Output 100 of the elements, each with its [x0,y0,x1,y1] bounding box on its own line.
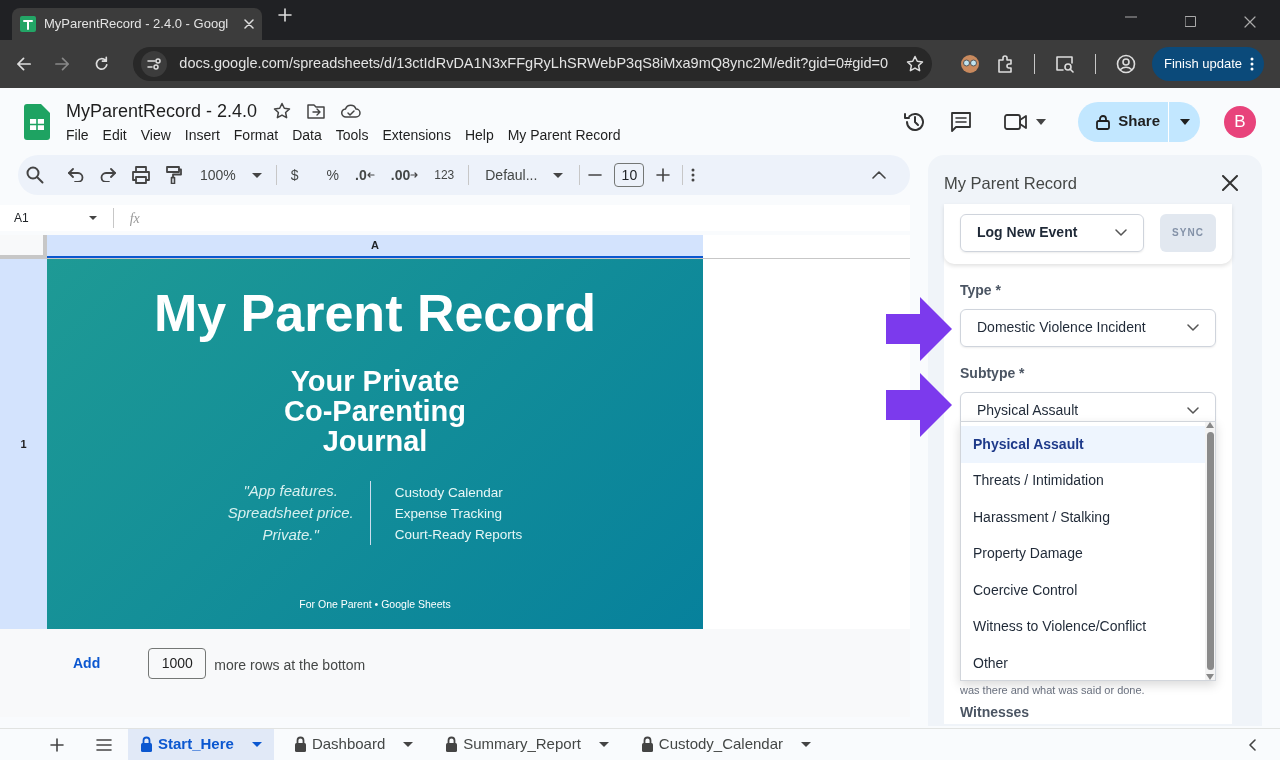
redo-icon[interactable] [100,168,116,182]
dropdown-option[interactable]: Harassment / Stalking [961,499,1205,536]
collapse-icon[interactable] [872,171,886,179]
number-format-button[interactable]: 123 [428,161,461,189]
menu-item[interactable]: View [133,124,178,146]
star-icon[interactable] [273,102,292,120]
increase-decimal-button[interactable]: .00 [384,161,425,189]
dropdown-option[interactable]: Witness to Violence/Conflict [961,608,1205,645]
dropdown-option[interactable]: Threats / Intimidation [961,462,1205,499]
menu-item[interactable]: Edit [95,124,134,146]
extension-icon[interactable] [959,54,980,74]
video-camera-icon[interactable] [1004,112,1029,131]
zoom-select[interactable]: 100% [194,161,268,189]
caret-icon [1179,118,1190,125]
select-field[interactable]: Domestic Violence Incident [960,308,1216,347]
sheets-favicon [20,16,36,32]
bookmark-star-icon[interactable] [905,55,924,73]
font-size-field[interactable]: 10 [614,163,645,187]
banner-subtitle: Journal [322,426,428,457]
caret-icon [598,742,609,747]
more-icon[interactable] [691,168,696,182]
add-rows-link[interactable]: Add [73,652,101,674]
banner-subtitle: Your Private [289,366,461,397]
document-title[interactable]: MyParentRecord - 2.4.0 [66,97,258,125]
maximize-icon[interactable] [1185,16,1196,27]
caret-icon [553,172,564,178]
scroll-down-icon[interactable] [1206,674,1214,680]
undo-icon[interactable] [68,168,84,182]
row-count-field[interactable]: 1000 [148,647,207,679]
currency-button[interactable]: $ [284,161,305,189]
sheet-tab[interactable]: Custody_Calendar [628,728,824,760]
decrease-decimal-button[interactable]: .0 [349,161,381,189]
site-settings-icon[interactable] [141,51,168,77]
chevron-down-icon [1115,229,1127,237]
sheet-tab[interactable]: Start_Here [128,728,274,760]
share-menu-button[interactable] [1168,101,1200,142]
account-avatar[interactable]: B [1224,105,1256,138]
banner-footer: For One Parent • Google Sheets [299,597,451,613]
dropdown-option[interactable]: Property Damage [961,535,1205,572]
lock-icon [445,736,459,753]
caret-icon [801,742,812,747]
close-icon[interactable] [1222,175,1238,192]
add-sheet-icon[interactable] [50,737,64,752]
menu-item[interactable]: Tools [328,124,376,146]
move-folder-icon[interactable] [307,103,326,119]
update-button[interactable]: Finish update [1151,47,1264,81]
dropdown-option[interactable]: Coercive Control [961,572,1205,609]
version-history-icon[interactable] [904,110,927,133]
collapse-sidebar-icon[interactable] [1248,738,1256,751]
caret-icon [251,172,262,178]
puzzle-icon[interactable] [995,55,1014,73]
column-header[interactable]: A [47,235,703,258]
font-select[interactable]: Defaul... [477,161,572,189]
menu-item[interactable]: Insert [177,124,227,146]
dropdown-option[interactable]: Physical Assault [961,426,1205,463]
sheets-logo[interactable] [24,103,50,140]
back-icon[interactable] [16,56,32,72]
row-header[interactable]: 1 [0,259,47,629]
new-tab-icon[interactable] [278,8,292,22]
reload-icon[interactable] [94,56,110,72]
field-label: Subtype * [960,363,1026,383]
paint-format-icon[interactable] [166,166,182,184]
plus-icon[interactable] [656,168,671,182]
cloud-saved-icon[interactable] [341,104,362,118]
field-label: Witnesses [960,703,1031,723]
menu-item[interactable]: Extensions [375,124,458,146]
percent-button[interactable]: % [320,161,346,189]
dropdown-option[interactable]: Other [961,645,1205,680]
menu-item[interactable]: Help [457,124,501,146]
share-button[interactable]: Share [1078,101,1168,142]
menu-item[interactable]: File [59,124,96,146]
lock-icon [1096,113,1111,130]
search-icon[interactable] [26,166,44,184]
quote-line: Spreadsheet price. [227,503,354,524]
menu-item[interactable]: Format [226,124,286,146]
sheet-tab[interactable]: Dashboard [281,728,426,760]
add-rows-label: more rows at the bottom [214,655,366,675]
lock-icon [640,736,654,753]
close-icon[interactable] [1244,16,1256,28]
chevron-down-icon [1187,407,1199,415]
banner-title: My Parent Record [153,285,597,343]
search-tabs-icon[interactable] [1054,55,1075,73]
forward-icon[interactable] [55,56,71,72]
lock-icon [140,736,153,753]
sheet-tab[interactable]: Summary_Report [433,728,621,760]
caret-icon[interactable] [1036,118,1047,125]
menu-item[interactable]: My Parent Record [500,124,628,146]
scrollbar-thumb[interactable] [1206,432,1214,670]
comment-icon[interactable] [950,110,973,133]
mode-select[interactable]: Log New Event [960,213,1144,252]
menu-item[interactable]: Data [285,124,329,146]
scroll-up-icon[interactable] [1206,422,1214,428]
feature-item: Custody Calendar [394,483,504,502]
print-icon[interactable] [132,166,150,184]
cell-reference[interactable]: A1 [14,209,29,227]
formula-icon-label: fx [129,209,140,228]
menu-icon[interactable] [96,738,112,751]
caret-icon[interactable] [88,216,97,220]
profile-icon[interactable] [1115,54,1136,74]
hint-text: was there and what was said or done. [960,682,1146,698]
